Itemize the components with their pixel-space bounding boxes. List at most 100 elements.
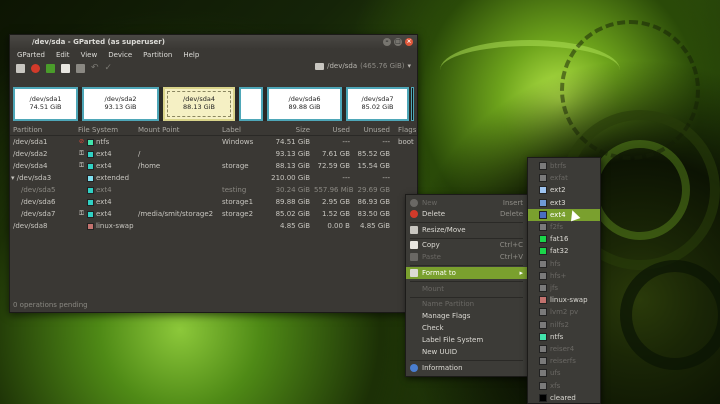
format-option[interactable]: lvm2 pv xyxy=(528,306,600,318)
format-option[interactable]: f2fs xyxy=(528,221,600,233)
diskmap-segment-sda5[interactable] xyxy=(239,87,263,121)
format-option[interactable]: btrfs xyxy=(528,160,600,172)
minimize-button[interactable]: – xyxy=(383,38,391,46)
format-option[interactable]: fat16 xyxy=(528,233,600,245)
menu-item-label: Mount xyxy=(422,285,444,293)
menu-separator xyxy=(410,222,523,223)
format-option[interactable]: reiser4 xyxy=(528,343,600,355)
col-flags[interactable]: Flags xyxy=(394,125,417,135)
col-mountpoint[interactable]: Mount Point xyxy=(136,125,220,135)
menu-item-copy[interactable]: Copy Ctrl+C xyxy=(406,239,527,251)
maximize-button[interactable]: □ xyxy=(394,38,402,46)
menu-item-mount[interactable]: Mount xyxy=(406,283,527,295)
menu-item-resize-move[interactable]: Resize/Move xyxy=(406,224,527,236)
fs-name: ext4 xyxy=(96,150,112,158)
diskmap-segment-sda6[interactable]: /dev/sda6 89.88 GiB xyxy=(267,87,342,121)
table-row[interactable]: /dev/sda7 ⚿ ext4/media/smit/storage2 storag… xyxy=(10,208,417,220)
format-option[interactable]: nilfs2 xyxy=(528,319,600,331)
resize-move-icon xyxy=(410,226,418,234)
diskmap-segment-sda2[interactable]: /dev/sda2 93.13 GiB xyxy=(82,87,159,121)
format-option-label: f2fs xyxy=(550,223,564,231)
device-selector[interactable]: /dev/sda (465.76 GiB) ▾ xyxy=(315,62,411,70)
col-filesystem[interactable]: File System xyxy=(78,125,136,135)
format-option[interactable]: ext3 xyxy=(528,197,600,209)
menu-separator xyxy=(410,360,523,361)
new-partition-icon[interactable] xyxy=(16,63,25,73)
format-option-label: hfs xyxy=(550,259,561,268)
col-unused[interactable]: Unused xyxy=(354,125,394,135)
format-option[interactable]: ufs xyxy=(528,367,600,379)
delete-icon[interactable] xyxy=(31,63,40,73)
col-partition[interactable]: Partition xyxy=(10,125,78,135)
format-option[interactable]: cleared xyxy=(528,392,600,404)
menu-partition[interactable]: Partition xyxy=(143,49,172,61)
col-label[interactable]: Label xyxy=(220,125,268,135)
menu-item-information[interactable]: Information xyxy=(406,362,527,374)
col-size[interactable]: Size xyxy=(268,125,314,135)
table-row[interactable]: /dev/sda8 linux-swap 4.85 GiB 0.00 B 4.85 Gi… xyxy=(10,220,417,232)
table-row[interactable]: /dev/sda5 ext4 testing 30.24 GiB 557.96 MiB 2… xyxy=(10,184,417,196)
table-row[interactable]: ▾ /dev/sda3 extended 210.00 GiB --- --- xyxy=(10,172,417,184)
fs-name: ntfs xyxy=(96,138,110,146)
format-option[interactable]: exfat xyxy=(528,172,600,184)
format-option-label: ufs xyxy=(550,369,561,378)
format-option-label: ext4 xyxy=(550,210,566,219)
fs-color-swatch xyxy=(539,284,547,292)
apply-check-icon[interactable]: ✓ xyxy=(105,63,113,73)
close-button[interactable]: × xyxy=(405,38,413,46)
menu-item-delete[interactable]: Delete Delete xyxy=(406,208,527,220)
menu-item-label-file-system[interactable]: Label File System xyxy=(406,334,527,346)
diskmap-segment-sda8[interactable] xyxy=(411,87,414,121)
table-row[interactable]: /dev/sda2 ⚿ ext4 / 93.13 GiB 7.61 GB 85.52 GB xyxy=(10,148,417,160)
cell-unused: --- xyxy=(382,138,390,146)
format-option[interactable]: ext2 xyxy=(528,184,600,196)
table-row[interactable]: /dev/sda6 ext4 storage1 89.88 GiB 2.95 GB 86.… xyxy=(10,196,417,208)
menu-item-check[interactable]: Check xyxy=(406,322,527,334)
menu-help[interactable]: Help xyxy=(183,49,199,61)
cell-mountpoint xyxy=(136,184,220,196)
format-option-label: nilfs2 xyxy=(550,320,569,329)
fs-color-swatch xyxy=(539,259,547,268)
partition-name: /dev/sda5 xyxy=(21,186,56,194)
fs-color-swatch xyxy=(539,198,547,207)
fs-color-swatch xyxy=(539,235,547,244)
cell-size: 30.24 GiB xyxy=(275,186,310,194)
cell-filesystem: ext4 xyxy=(78,196,136,208)
table-row[interactable]: /dev/sda4 ⚿ ext4/home storage 88.13 GiB 72.59… xyxy=(10,160,417,172)
format-option[interactable]: ext4 xyxy=(528,208,600,221)
partition-name: /dev/sda3 xyxy=(16,174,52,182)
format-option[interactable]: ntfs xyxy=(528,331,600,343)
col-used[interactable]: Used xyxy=(314,125,354,135)
cell-unused: 83.50 GB xyxy=(357,210,391,218)
table-row[interactable]: /dev/sda1 ⊘ ntfs Windows 74.51 GiB --- --- boot xyxy=(10,136,417,148)
fs-color-swatch xyxy=(539,332,547,341)
format-option[interactable]: fat32 xyxy=(528,245,600,257)
format-option[interactable]: reiserfs xyxy=(528,355,600,367)
undo-icon[interactable]: ↶ xyxy=(91,63,99,73)
cell-filesystem: ext4 xyxy=(78,184,136,196)
diskmap-segment-sda1[interactable]: /dev/sda1 74.51 GiB xyxy=(13,87,78,121)
menu-item-format-to[interactable]: Format to ▸ xyxy=(406,267,527,279)
menu-gparted[interactable]: GParted xyxy=(17,49,45,61)
menu-item-manage-flags[interactable]: Manage Flags xyxy=(406,310,527,322)
format-option[interactable]: hfs+ xyxy=(528,270,600,282)
paste-icon[interactable] xyxy=(76,63,85,73)
format-option[interactable]: hfs xyxy=(528,258,600,270)
resize-move-icon[interactable] xyxy=(46,63,55,73)
menu-item-new-uuid[interactable]: New UUID xyxy=(406,346,527,358)
fs-color-swatch xyxy=(539,381,547,390)
format-option[interactable]: jfs xyxy=(528,282,600,294)
diskmap-segment-sda7[interactable]: /dev/sda7 85.02 GiB xyxy=(346,87,409,121)
window-titlebar[interactable]: /dev/sda - GParted (as superuser) – □ × xyxy=(10,35,417,49)
cell-filesystem: ⊘ ntfs xyxy=(78,136,136,148)
menu-device[interactable]: Device xyxy=(108,49,132,61)
menu-edit[interactable]: Edit xyxy=(56,49,70,61)
copy-icon[interactable] xyxy=(61,63,70,73)
format-option[interactable]: linux-swap xyxy=(528,294,600,306)
cell-label: storage1 xyxy=(222,198,254,206)
format-option[interactable]: xfs xyxy=(528,380,600,392)
diskmap-segment-sda4[interactable]: /dev/sda4 88.13 GiB xyxy=(163,87,235,121)
menu-item-paste[interactable]: Paste Ctrl+V xyxy=(406,251,527,263)
menu-item-name-partition[interactable]: Name Partition xyxy=(406,298,527,310)
menu-view[interactable]: View xyxy=(81,49,98,61)
